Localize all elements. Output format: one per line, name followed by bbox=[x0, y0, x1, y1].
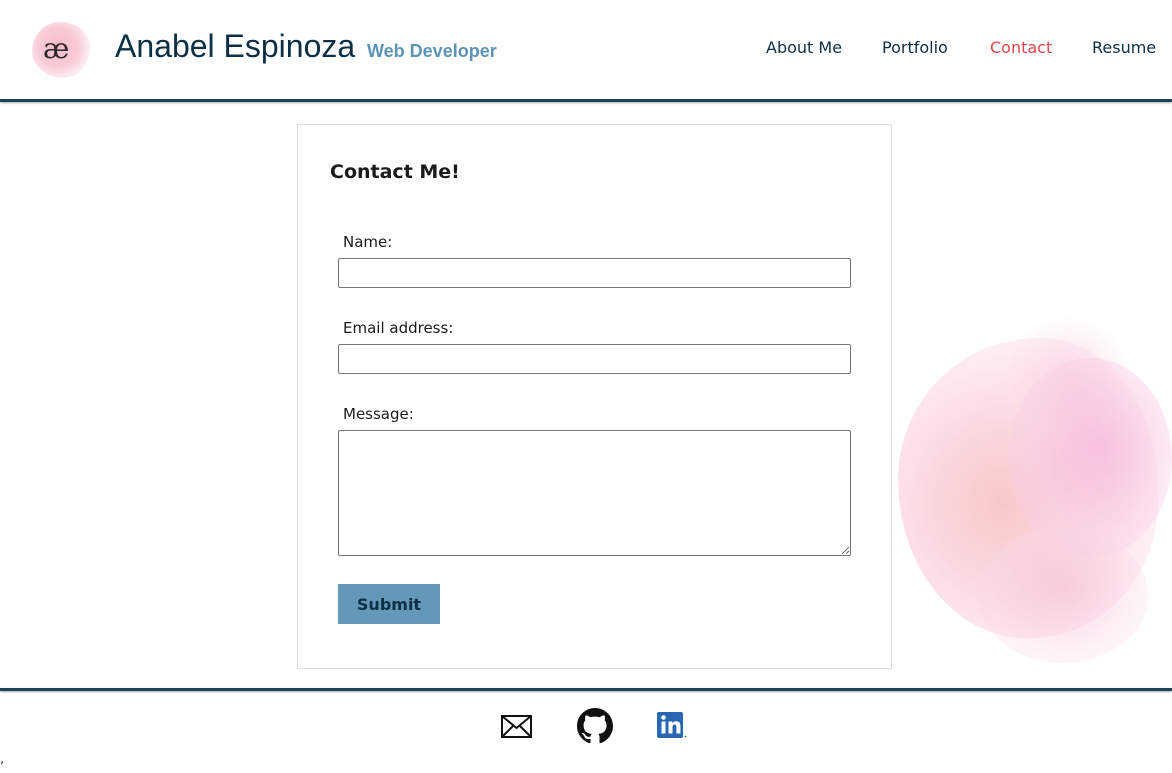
contact-title: Contact Me! bbox=[330, 161, 460, 183]
github-icon[interactable] bbox=[577, 708, 613, 744]
email-label: Email address: bbox=[343, 319, 454, 337]
submit-button[interactable]: Submit bbox=[338, 584, 440, 624]
main-nav: About Me Portfolio Contact Resume bbox=[0, 38, 1172, 62]
header-divider bbox=[0, 99, 1172, 102]
message-textarea[interactable] bbox=[338, 430, 851, 556]
nav-portfolio[interactable]: Portfolio bbox=[882, 38, 948, 57]
stray-text: , bbox=[0, 752, 5, 767]
linkedin-icon[interactable] bbox=[655, 710, 691, 746]
nav-resume[interactable]: Resume bbox=[1092, 38, 1156, 57]
email-input[interactable] bbox=[338, 344, 851, 374]
nav-contact[interactable]: Contact bbox=[990, 38, 1052, 57]
envelope-icon[interactable] bbox=[499, 712, 535, 748]
watercolor-splash bbox=[888, 318, 1172, 663]
message-label: Message: bbox=[343, 405, 414, 423]
contact-form: Contact Me! Name: Email address: Message… bbox=[297, 124, 892, 669]
name-label: Name: bbox=[343, 233, 393, 251]
social-links bbox=[0, 708, 1172, 748]
footer-divider bbox=[0, 688, 1172, 691]
name-input[interactable] bbox=[338, 258, 851, 288]
site-header: æ Anabel Espinoza Web Developer About Me… bbox=[0, 0, 1172, 100]
nav-about-me[interactable]: About Me bbox=[766, 38, 842, 57]
